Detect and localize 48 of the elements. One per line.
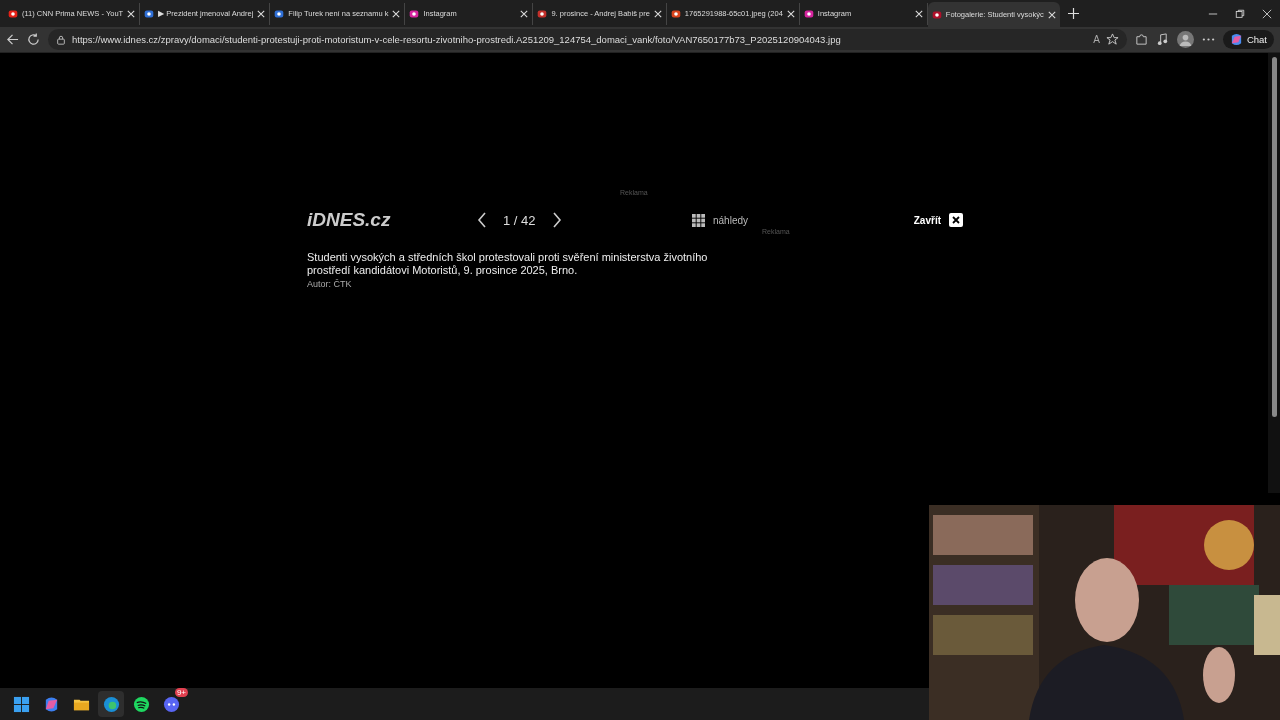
site-icon (537, 8, 548, 19)
refresh-icon[interactable] (27, 33, 40, 46)
close-button[interactable]: Zavřít (913, 213, 963, 227)
chat-button[interactable]: Chat (1222, 30, 1274, 49)
chat-app-icon (162, 695, 180, 713)
site-icon (670, 8, 681, 19)
grid-icon (692, 213, 705, 227)
copilot-icon (1229, 33, 1243, 46)
windows-icon (12, 695, 30, 713)
close-icon[interactable] (257, 9, 266, 18)
read-aloud-button[interactable]: A (1093, 34, 1100, 45)
lock-icon (56, 34, 66, 45)
music-app-icon (132, 695, 150, 713)
restore-icon[interactable] (1235, 8, 1245, 19)
profile-avatar[interactable] (1176, 31, 1194, 48)
site-icon (409, 8, 420, 19)
close-icon[interactable] (653, 9, 662, 18)
star-icon[interactable] (1105, 33, 1119, 46)
browser-icon (102, 695, 120, 713)
thumbnails-button[interactable]: náhledy (692, 213, 749, 227)
next-icon[interactable] (551, 212, 562, 228)
photo-caption: Studenti vysokých a středních škol protestovali proti svěření ministerstva životního prostředí kandidátovi Motoristů, 9. prosince 2025, Brno. (307, 251, 709, 277)
close-icon[interactable] (1047, 10, 1056, 19)
close-icon[interactable] (127, 9, 136, 18)
close-icon[interactable] (786, 9, 795, 18)
taskbar-app[interactable] (98, 691, 124, 717)
close-icon[interactable] (914, 9, 923, 18)
new-tab-icon[interactable] (1067, 8, 1079, 19)
url-text: https://www.idnes.cz/zpravy/domaci/studenti-protestuji-proti-motoristum-v-cele-resortu-zivotniho-prostredi.A251209_124754_domaci_vank/foto/VAN7650177b73_P2025120904043.jpg (72, 34, 841, 45)
close-icon[interactable] (392, 9, 401, 18)
photo-counter: 1 / 42 (503, 212, 536, 228)
music-icon[interactable] (1155, 33, 1169, 46)
scrollbar[interactable] (1268, 53, 1280, 493)
close-icon[interactable] (520, 9, 529, 18)
site-icon (803, 8, 814, 19)
previous-icon[interactable] (477, 212, 487, 228)
site-icon (274, 8, 285, 19)
close-icon[interactable] (1262, 8, 1272, 19)
puzzle-icon[interactable] (1134, 33, 1148, 46)
site-icon (8, 8, 18, 19)
photo-author: Autor: ČTK (307, 279, 353, 289)
back-icon[interactable] (6, 33, 19, 46)
site-logo[interactable]: iDNES.cz (307, 209, 477, 231)
site-icon (144, 8, 155, 19)
address-bar[interactable]: https://www.idnes.cz/zpravy/domaci/studenti-protestuji-proti-motoristum-v-cele-resortu-zivotniho-prostredi.A251209_124754_domaci_vank/foto/VAN7650177b73_P2025120904043.jpg A (48, 29, 1127, 50)
close-icon (949, 213, 963, 227)
site-icon (931, 9, 942, 20)
notification-badge: 9+ (174, 688, 188, 697)
